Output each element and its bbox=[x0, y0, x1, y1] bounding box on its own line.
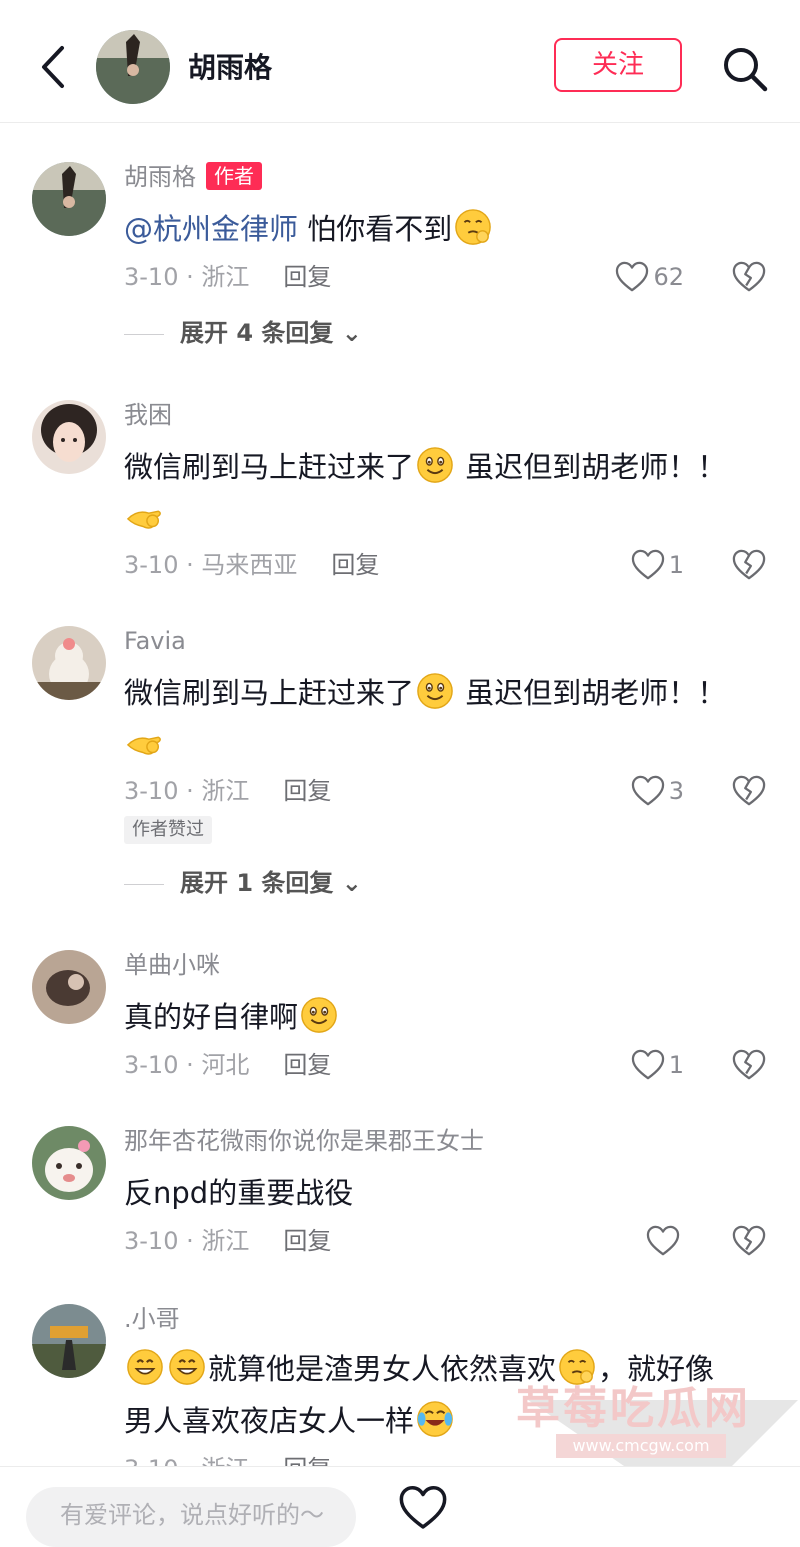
comment-body: 怕你看不到 bbox=[307, 212, 453, 246]
comment-text: 真的好自律啊 bbox=[124, 992, 340, 1042]
comment-meta: 3-10 · 河北 回复 bbox=[124, 1050, 331, 1080]
comment-body: 微信刷到马上赶过来了 bbox=[124, 676, 415, 710]
mention-link[interactable]: @杭州金律师 bbox=[124, 212, 298, 246]
heart-icon bbox=[631, 1049, 665, 1081]
like-button[interactable]: 3 bbox=[631, 773, 684, 809]
reply-button[interactable]: 回复 bbox=[283, 777, 331, 805]
broken-heart-icon[interactable] bbox=[732, 548, 766, 582]
date-location: 3-10 · 河北 bbox=[124, 1051, 250, 1079]
author-badge: 作者 bbox=[206, 162, 262, 190]
comment-author[interactable]: 我困 bbox=[124, 400, 172, 430]
reply-button[interactable]: 回复 bbox=[283, 1227, 331, 1255]
expand-replies-button[interactable]: 展开 1 条回复 ⌄ bbox=[124, 868, 362, 898]
follow-button[interactable]: 关注 bbox=[554, 38, 682, 92]
point-emoji bbox=[126, 724, 164, 762]
heart-icon bbox=[631, 775, 665, 807]
search-icon[interactable] bbox=[720, 44, 770, 94]
watermark-text: 草莓吃瓜网 bbox=[516, 1383, 751, 1434]
expand-label: 展开 1 条回复 bbox=[180, 869, 334, 897]
comment-body: 微信刷到马上赶过来了 bbox=[124, 450, 415, 484]
like-count: 1 bbox=[668, 551, 684, 579]
like-button[interactable]: 1 bbox=[631, 1047, 684, 1083]
reply-button[interactable]: 回复 bbox=[283, 263, 331, 291]
broken-heart-icon[interactable] bbox=[732, 774, 766, 808]
comment-body: 就算他是渣男女人依然喜欢 bbox=[208, 1352, 557, 1386]
avatar[interactable] bbox=[32, 1126, 106, 1200]
like-button[interactable]: 1 bbox=[631, 547, 684, 583]
reply-button[interactable]: 回复 bbox=[331, 551, 379, 579]
avatar[interactable] bbox=[32, 1304, 106, 1378]
heart-icon[interactable] bbox=[398, 1485, 448, 1531]
avatar[interactable] bbox=[96, 30, 170, 104]
comment-author[interactable]: 单曲小咪 bbox=[124, 950, 220, 980]
date-location: 3-10 · 马来西亚 bbox=[124, 551, 298, 579]
comment-body-cont: 虽迟但到胡老师！！ bbox=[465, 676, 727, 710]
like-button[interactable] bbox=[646, 1223, 684, 1259]
comment-text: 微信刷到马上赶过来了 虽迟但到胡老师！！ bbox=[124, 442, 726, 492]
comment-meta: 3-10 · 马来西亚 回复 bbox=[124, 550, 379, 580]
comment-body-cont: 虽迟但到胡老师！！ bbox=[465, 450, 727, 484]
laugh-cry-emoji bbox=[416, 1400, 454, 1438]
comment-text: 微信刷到马上赶过来了 虽迟但到胡老师！！ bbox=[124, 668, 726, 718]
heart-icon bbox=[631, 549, 665, 581]
smile-emoji bbox=[416, 672, 454, 710]
comment-text-line2: 男人喜欢夜店女人一样 bbox=[124, 1396, 456, 1446]
date-location: 3-10 · 浙江 bbox=[124, 777, 250, 805]
comment-meta: 3-10 · 浙江 回复 bbox=[124, 262, 331, 292]
comment-body: 反npd的重要战役 bbox=[124, 1176, 354, 1210]
like-count: 3 bbox=[668, 777, 684, 805]
comment-meta: 3-10 · 浙江 回复 bbox=[124, 776, 331, 806]
comment-author[interactable]: 那年杏花微雨你说你是果郡王女士 bbox=[124, 1126, 484, 1156]
author-name[interactable]: 胡雨格 bbox=[124, 163, 196, 191]
broken-heart-icon[interactable] bbox=[732, 260, 766, 294]
comment-body-cont: 男人喜欢夜店女人一样 bbox=[124, 1404, 415, 1438]
expand-replies-button[interactable]: 展开 4 条回复 ⌄ bbox=[124, 318, 362, 348]
heart-icon bbox=[646, 1225, 680, 1257]
grin-emoji bbox=[168, 1348, 206, 1386]
comment-text-line2 bbox=[124, 494, 166, 544]
comment-author[interactable]: .小哥 bbox=[124, 1304, 180, 1334]
comment-author[interactable]: 胡雨格 作者 bbox=[124, 162, 262, 192]
comment-body: 真的好自律啊 bbox=[124, 1000, 299, 1034]
date-location: 3-10 · 浙江 bbox=[124, 263, 250, 291]
broken-heart-icon[interactable] bbox=[732, 1048, 766, 1082]
comment-input[interactable]: 有爱评论，说点好听的～ bbox=[26, 1487, 356, 1547]
back-icon[interactable] bbox=[34, 44, 74, 90]
avatar[interactable] bbox=[32, 950, 106, 1024]
like-count: 62 bbox=[653, 263, 684, 291]
page-title: 胡雨格 bbox=[188, 51, 273, 84]
comment-meta: 3-10 · 浙江 回复 bbox=[124, 1226, 331, 1256]
comment-author[interactable]: Favia bbox=[124, 626, 186, 656]
watermark-url: www.cmcgw.com bbox=[556, 1434, 726, 1458]
reply-button[interactable]: 回复 bbox=[283, 1051, 331, 1079]
broken-heart-icon[interactable] bbox=[732, 1224, 766, 1258]
comment-text: 反npd的重要战役 bbox=[124, 1168, 353, 1218]
heart-icon bbox=[615, 261, 649, 293]
divider bbox=[124, 883, 164, 885]
like-button[interactable]: 62 bbox=[615, 259, 684, 295]
smile-emoji bbox=[416, 446, 454, 484]
avatar[interactable] bbox=[32, 162, 106, 236]
date-location: 3-10 · 浙江 bbox=[124, 1227, 250, 1255]
grin-emoji bbox=[126, 1348, 164, 1386]
thinking-emoji bbox=[454, 208, 492, 246]
expand-label: 展开 4 条回复 bbox=[180, 319, 334, 347]
smile-emoji bbox=[300, 996, 338, 1034]
author-liked-badge: 作者赞过 bbox=[124, 816, 212, 844]
comment-text-line2 bbox=[124, 720, 166, 770]
avatar[interactable] bbox=[32, 626, 106, 700]
comment-text: @杭州金律师 怕你看不到 bbox=[124, 204, 494, 254]
top-bar: 胡雨格 关注 bbox=[0, 0, 800, 123]
like-count: 1 bbox=[668, 1051, 684, 1079]
point-emoji bbox=[126, 498, 164, 536]
avatar[interactable] bbox=[32, 400, 106, 474]
bottom-bar: 有爱评论，说点好听的～ bbox=[0, 1466, 800, 1547]
divider bbox=[124, 333, 164, 335]
